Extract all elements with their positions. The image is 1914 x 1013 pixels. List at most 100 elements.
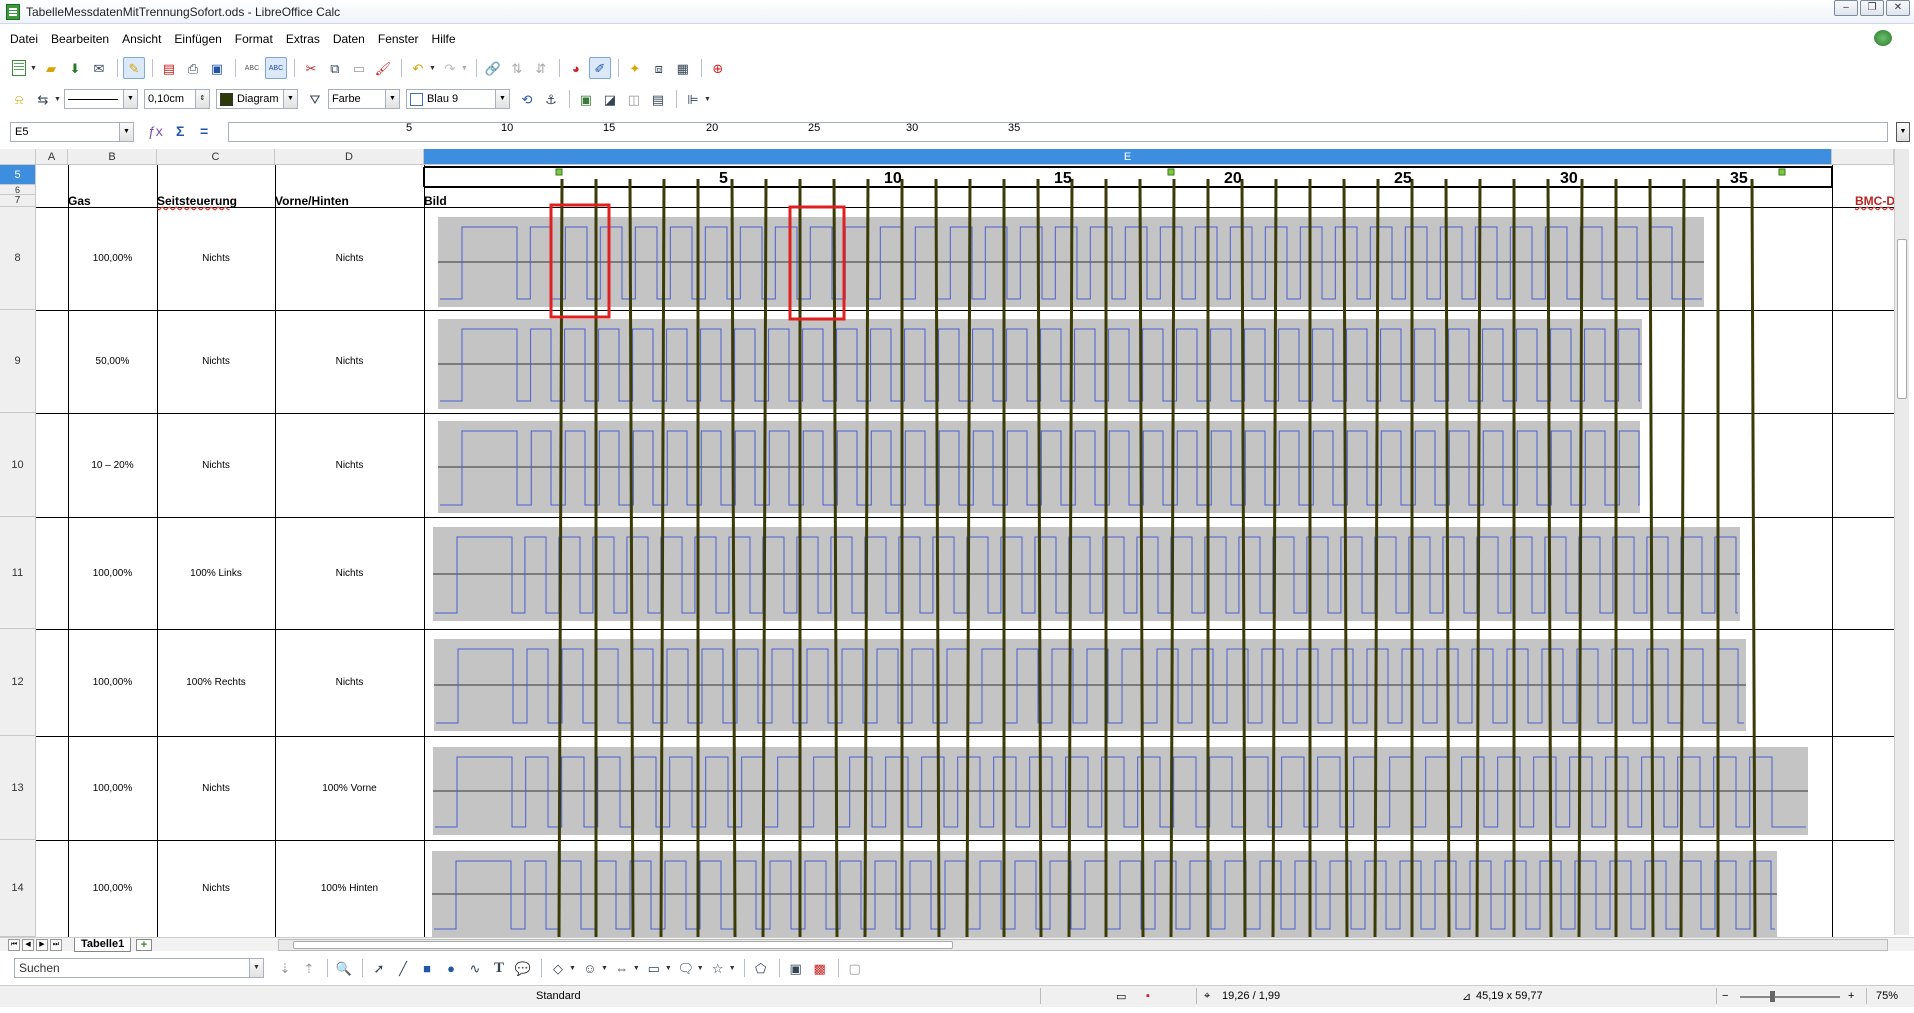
zoom-out-icon[interactable]: − xyxy=(1722,990,1728,1002)
ellipse-tool-icon[interactable]: ● xyxy=(440,957,462,979)
sheet-tab-tabelle1[interactable]: Tabelle1 xyxy=(74,938,132,952)
callout-tool-icon[interactable]: 💬 xyxy=(512,957,534,979)
cell-gas[interactable]: 100,00% xyxy=(68,840,157,937)
spellcheck-icon[interactable]: ABC xyxy=(241,57,263,79)
arrow-style-icon[interactable]: ⇆ xyxy=(32,88,54,110)
cell-vorne-hinten[interactable]: Nichts xyxy=(275,310,424,413)
minimize-button[interactable]: – xyxy=(1834,0,1858,16)
zoom-slider[interactable] xyxy=(1740,996,1840,998)
redo-icon[interactable]: ↷ xyxy=(439,57,461,79)
from-file-icon[interactable]: ▣ xyxy=(785,957,807,979)
fontwork-icon[interactable]: ▩ xyxy=(809,957,831,979)
previous-sheet-icon[interactable]: ◀ xyxy=(22,939,34,951)
basic-shapes-icon[interactable]: ◇ xyxy=(547,957,569,979)
line-style-select[interactable]: ▼ xyxy=(63,89,138,109)
cell-vorne-hinten[interactable]: Nichts xyxy=(275,517,424,629)
anchor-bell-icon[interactable]: ⍾ xyxy=(8,88,30,110)
column-header-e[interactable]: E xyxy=(424,149,1832,165)
formula-input[interactable] xyxy=(228,122,1888,142)
rotate-icon[interactable]: ⟲ xyxy=(516,88,538,110)
callouts-dropdown-icon[interactable]: ▼ xyxy=(697,965,704,972)
column-header-c[interactable]: C xyxy=(157,149,275,165)
row-header-7[interactable]: 7 xyxy=(0,195,36,207)
copy-icon[interactable]: ⧉ xyxy=(324,57,346,79)
undo-icon[interactable]: ↶ xyxy=(407,57,429,79)
column-header-a[interactable]: A xyxy=(36,149,68,165)
edit-file-icon[interactable]: ✎ xyxy=(122,57,145,79)
open-icon[interactable]: ▰ xyxy=(40,57,62,79)
spreadsheet-grid[interactable]: A B C D E 5 6 7 8 9 10 11 12 13 14 Gas S… xyxy=(0,149,1914,937)
search-field[interactable]: Suchen ▼ xyxy=(14,958,264,978)
update-icon[interactable] xyxy=(1874,30,1892,46)
zoom-in-icon[interactable]: + xyxy=(1848,990,1854,1002)
help-icon[interactable]: ⊕ xyxy=(707,57,729,79)
menu-einfuegen[interactable]: Einfügen xyxy=(174,32,221,46)
cell-vorne-hinten[interactable]: 100% Hinten xyxy=(275,840,424,937)
column-header-d[interactable]: D xyxy=(275,149,424,165)
row-header-12[interactable]: 12 xyxy=(0,629,36,736)
draw-functions-icon[interactable]: ✐ xyxy=(588,57,611,79)
line-style-dropdown-icon[interactable]: ▼ xyxy=(122,90,137,108)
row-header-10[interactable]: 10 xyxy=(0,413,36,517)
name-box[interactable]: E5 ▼ xyxy=(10,122,134,142)
align-icon[interactable]: ⊫ xyxy=(682,88,704,110)
chart-icon[interactable]: ◕ xyxy=(565,57,587,79)
hyperlink-icon[interactable]: 🔗 xyxy=(482,57,504,79)
area-style-select[interactable]: Farbe ▼ xyxy=(327,89,400,109)
name-box-dropdown-icon[interactable]: ▼ xyxy=(119,123,133,141)
cell-gas[interactable]: 100,00% xyxy=(68,207,157,310)
clone-formatting-icon[interactable]: 🖌 xyxy=(372,57,394,79)
symbol-shapes-icon[interactable]: ☺ xyxy=(579,957,601,979)
redo-dropdown-icon[interactable]: ▼ xyxy=(461,65,468,72)
select-all-corner[interactable] xyxy=(0,149,36,165)
cell-seitsteuerung[interactable]: Nichts xyxy=(157,736,275,840)
last-sheet-icon[interactable]: ⏭ xyxy=(50,939,62,951)
paste-icon[interactable]: ▭ xyxy=(348,57,370,79)
find-next-icon[interactable]: ⇣ xyxy=(274,957,296,979)
block-arrows-icon[interactable]: ⇔ xyxy=(611,957,633,979)
row-header-8[interactable]: 8 xyxy=(0,207,36,310)
menu-daten[interactable]: Daten xyxy=(333,32,365,46)
find-replace-icon[interactable]: 🔍 xyxy=(333,957,355,979)
basic-shapes-dropdown-icon[interactable]: ▼ xyxy=(569,965,576,972)
line-tool-icon[interactable]: ╱ xyxy=(392,957,414,979)
to-background-icon[interactable]: ▤ xyxy=(647,88,669,110)
menu-bearbeiten[interactable]: Bearbeiten xyxy=(51,32,109,46)
menu-hilfe[interactable]: Hilfe xyxy=(432,32,456,46)
cell-seitsteuerung[interactable]: Nichts xyxy=(157,207,275,310)
cut-icon[interactable]: ✂ xyxy=(300,57,322,79)
gallery-icon[interactable]: ⧈ xyxy=(648,57,670,79)
first-sheet-icon[interactable]: ⏮ xyxy=(8,939,20,951)
cell-seitsteuerung[interactable]: 100% Rechts xyxy=(157,629,275,736)
navigator-icon[interactable]: ✦ xyxy=(624,57,646,79)
cell-seitsteuerung[interactable]: Nichts xyxy=(157,840,275,937)
cell-seitsteuerung[interactable]: 100% Links xyxy=(157,517,275,629)
add-sheet-icon[interactable]: + xyxy=(136,939,152,951)
column-header-f[interactable] xyxy=(1832,149,1894,165)
autospellcheck-icon[interactable]: ABC xyxy=(264,57,287,79)
stars-dropdown-icon[interactable]: ▼ xyxy=(729,965,736,972)
new-document-icon[interactable] xyxy=(8,57,30,79)
cell-gas[interactable]: 10 – 20% xyxy=(68,413,157,517)
to-foreground-icon[interactable]: ◫ xyxy=(623,88,645,110)
cell-vorne-hinten[interactable]: Nichts xyxy=(275,207,424,310)
sort-descending-icon[interactable]: ⇵ xyxy=(530,57,552,79)
select-tool-icon[interactable]: ➚ xyxy=(368,957,390,979)
cell-gas[interactable]: 100,00% xyxy=(68,517,157,629)
undo-dropdown-icon[interactable]: ▼ xyxy=(429,65,436,72)
cell-vorne-hinten[interactable]: 100% Vorne xyxy=(275,736,424,840)
line-color-select[interactable]: Diagram ▼ xyxy=(215,89,298,109)
line-color-dropdown-icon[interactable]: ▼ xyxy=(282,90,297,108)
menu-datei[interactable]: Datei xyxy=(10,32,38,46)
flowchart-dropdown-icon[interactable]: ▼ xyxy=(665,965,672,972)
line-width-spin-icon[interactable]: ⇕ xyxy=(194,90,209,108)
row-header-9[interactable]: 9 xyxy=(0,310,36,413)
menu-fenster[interactable]: Fenster xyxy=(378,32,419,46)
flowchart-icon[interactable]: ▭ xyxy=(643,957,665,979)
sort-ascending-icon[interactable]: ⇅ xyxy=(506,57,528,79)
save-icon[interactable]: ⬇ xyxy=(64,57,86,79)
menu-ansicht[interactable]: Ansicht xyxy=(122,32,161,46)
cell-vorne-hinten[interactable]: Nichts xyxy=(275,413,424,517)
cell-gas[interactable]: 50,00% xyxy=(68,310,157,413)
extrusion-icon[interactable]: ▢ xyxy=(844,957,866,979)
